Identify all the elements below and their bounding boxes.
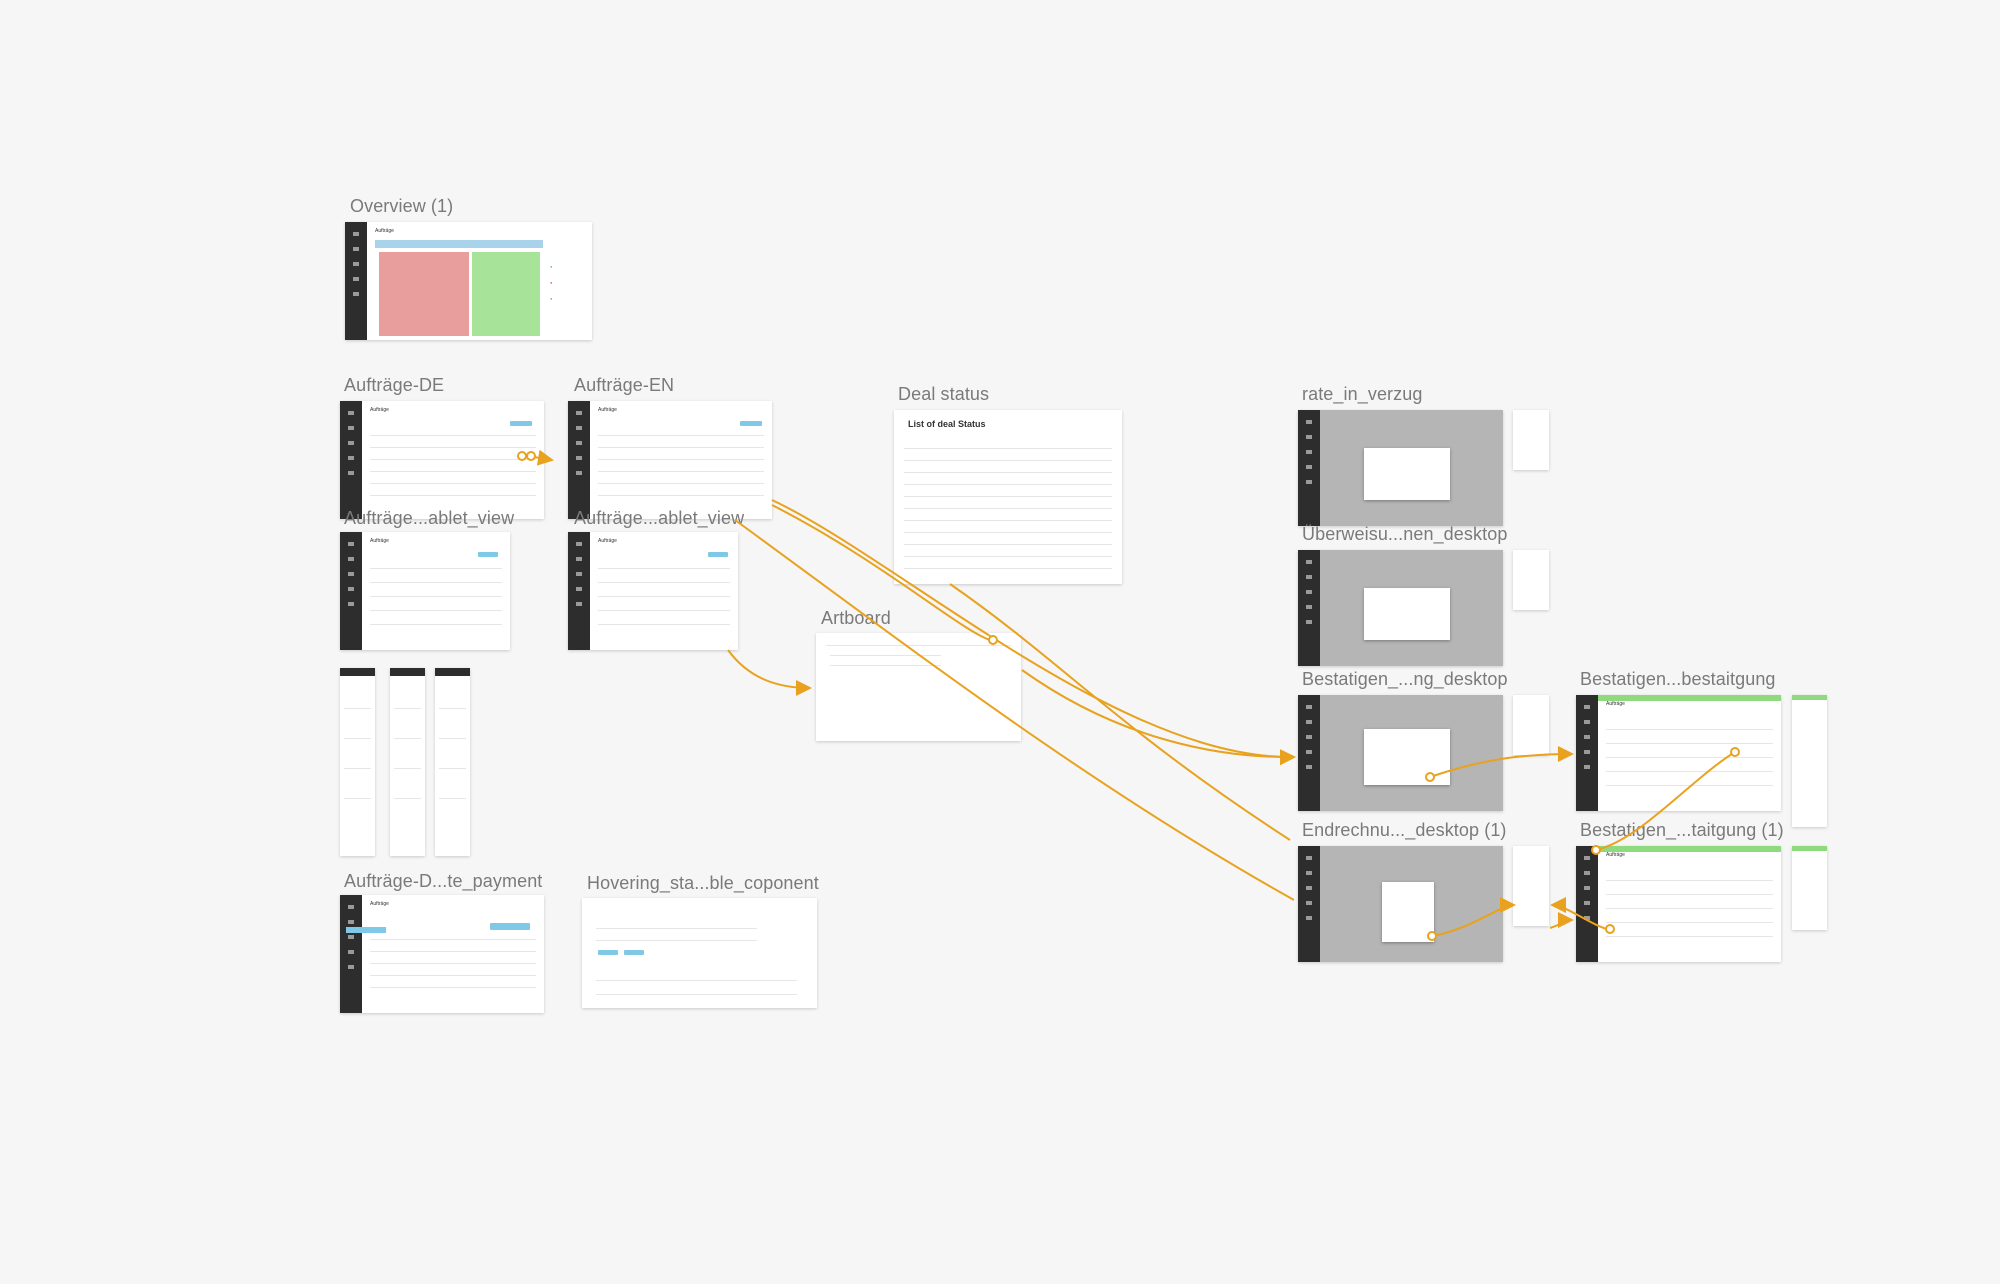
link-mobile-to-taitgung <box>1549 912 1574 929</box>
artboard-header: Aufträge <box>375 228 394 234</box>
artboard-title-overview[interactable]: Overview (1) <box>350 196 453 217</box>
deal-status-heading: List of deal Status <box>908 419 986 429</box>
link-artboard-to-ng <box>1021 669 1296 766</box>
artboard-tablet-en[interactable]: Aufträge <box>568 532 738 650</box>
artboard-bestatigen-bestaitgung[interactable]: Aufträge <box>1576 695 1781 811</box>
artboard-bestatigen-ng[interactable] <box>1298 695 1503 811</box>
artboard-ueberweisu-mobile[interactable] <box>1513 550 1549 610</box>
artboard-header: Aufträge <box>1606 852 1625 858</box>
artboard-title-deal-status[interactable]: Deal status <box>898 384 989 405</box>
artboard-title-auftraege-en[interactable]: Aufträge-EN <box>574 375 674 396</box>
artboard-header: Aufträge <box>370 538 389 544</box>
artboard-title-bestatigen-bestaitgung[interactable]: Bestatigen...bestaitgung <box>1580 669 1776 690</box>
artboard-endrechnu-mobile[interactable] <box>1513 846 1549 926</box>
artboard-bestatigen-ng-mobile[interactable] <box>1513 695 1549 755</box>
artboard-title-artboard[interactable]: Artboard <box>821 608 891 629</box>
artboard-mobile-2[interactable] <box>390 668 425 856</box>
artboard-bestatigen-bestaitgung-mobile[interactable] <box>1792 695 1827 827</box>
artboard-rate-in-verzug[interactable] <box>1298 410 1503 526</box>
artboard-auftraege-payment[interactable]: Aufträge <box>340 895 544 1013</box>
artboard-header: Aufträge <box>598 407 617 413</box>
artboard-header: Aufträge <box>370 407 389 413</box>
artboard-title-auftraege-payment[interactable]: Aufträge-D...te_payment <box>344 871 542 892</box>
artboard-hovering[interactable] <box>582 898 817 1008</box>
artboard-artboard[interactable] <box>816 633 1021 741</box>
artboard-bestatigen-taitgung-1-mobile[interactable] <box>1792 846 1827 930</box>
artboard-title-bestatigen-taitgung-1[interactable]: Bestatigen_...taitgung (1) <box>1580 820 1784 841</box>
artboard-title-endrechnu[interactable]: Endrechnu..._desktop (1) <box>1302 820 1507 841</box>
artboard-header: Aufträge <box>370 901 389 907</box>
artboard-auftraege-en[interactable]: Aufträge <box>568 401 772 519</box>
artboard-title-tablet-de[interactable]: Aufträge...ablet_view <box>344 508 514 529</box>
artboard-header: Aufträge <box>598 538 617 544</box>
artboard-rate-in-verzug-mobile[interactable] <box>1513 410 1549 470</box>
artboard-title-tablet-en[interactable]: Aufträge...ablet_view <box>574 508 744 529</box>
artboard-ueberweisu[interactable] <box>1298 550 1503 666</box>
artboard-title-rate-in-verzug[interactable]: rate_in_verzug <box>1302 384 1422 405</box>
artboard-title-bestatigen-ng[interactable]: Bestatigen_...ng_desktop <box>1302 669 1508 690</box>
artboard-title-ueberweisu[interactable]: Überweisu...nen_desktop <box>1302 524 1507 545</box>
link-tablet-to-artboard <box>727 649 812 696</box>
artboard-endrechnu[interactable] <box>1298 846 1503 962</box>
artboard-mobile-3[interactable] <box>435 668 470 856</box>
artboard-mobile-1[interactable] <box>340 668 375 856</box>
artboard-overview[interactable]: Aufträge ● ● ● <box>345 222 592 340</box>
artboard-title-auftraege-de[interactable]: Aufträge-DE <box>344 375 444 396</box>
artboard-auftraege-de[interactable]: Aufträge <box>340 401 544 519</box>
design-canvas[interactable]: Overview (1) Aufträge ● ● ● Aufträge-DE … <box>0 0 2000 1284</box>
artboard-header: Aufträge <box>1606 701 1625 707</box>
artboard-bestatigen-taitgung-1[interactable]: Aufträge <box>1576 846 1781 962</box>
artboard-deal-status[interactable]: List of deal Status <box>894 410 1122 584</box>
artboard-title-hovering[interactable]: Hovering_sta...ble_coponent <box>587 873 819 894</box>
artboard-tablet-de[interactable]: Aufträge <box>340 532 510 650</box>
